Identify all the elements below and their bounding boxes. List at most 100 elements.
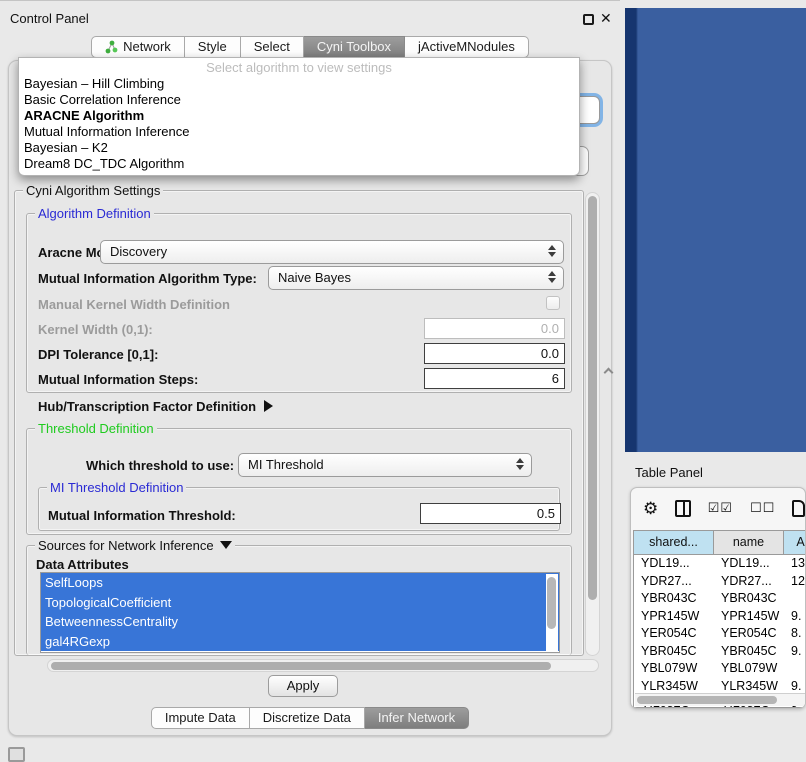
table-cell: YER054C xyxy=(714,625,784,643)
attribute-list-item[interactable]: SelfLoops xyxy=(41,573,559,593)
group-title: Threshold Definition xyxy=(35,421,157,436)
table-row[interactable]: YBR043CYBR043C xyxy=(634,590,806,608)
mi-threshold-field[interactable]: 0.5 xyxy=(420,503,561,524)
table-cell: YPR145W xyxy=(714,608,784,626)
table-cell: YER054C xyxy=(634,625,714,643)
table-cell: YPR145W xyxy=(634,608,714,626)
table-header-row: shared... name A xyxy=(634,531,806,555)
algorithm-option[interactable]: Dream8 DC_TDC Algorithm xyxy=(19,156,579,172)
algorithm-option[interactable]: ARACNE Algorithm xyxy=(19,108,579,124)
attribute-list-item[interactable]: gal4RGexp xyxy=(41,632,559,652)
float-window-icon[interactable] xyxy=(583,14,594,25)
kernel-width-field[interactable]: 0.0 xyxy=(424,318,565,339)
hub-definition-label: Hub/Transcription Factor Definition xyxy=(38,399,256,414)
group-title: Algorithm Definition xyxy=(35,206,154,221)
scrollbar-thumb[interactable] xyxy=(51,662,551,670)
attribute-list-item[interactable]: BetweennessCentrality xyxy=(41,612,559,632)
bottom-tab-bar: Impute Data Discretize Data Infer Networ… xyxy=(0,707,620,729)
algorithm-option[interactable]: Basic Correlation Inference xyxy=(19,92,579,108)
group-title: Cyni Algorithm Settings xyxy=(23,183,163,198)
table-cell: YDL19... xyxy=(714,555,784,573)
column-header[interactable]: name xyxy=(714,531,784,555)
tab-label: Network xyxy=(123,37,171,57)
manual-kernel-label: Manual Kernel Width Definition xyxy=(38,297,230,312)
tab-label: Cyni Toolbox xyxy=(317,37,391,57)
document-icon[interactable] xyxy=(792,500,805,517)
scrollbar-thumb[interactable] xyxy=(588,196,597,600)
which-threshold-label: Which threshold to use: xyxy=(86,458,234,473)
attribute-list-item[interactable]: TopologicalCoefficient xyxy=(41,593,559,613)
threshold-combobox[interactable]: MI Threshold xyxy=(238,453,532,477)
tab-label: Impute Data xyxy=(165,708,236,728)
tab-style[interactable]: Style xyxy=(185,36,241,58)
data-attributes-list[interactable]: SelfLoopsTopologicalCoefficientBetweenne… xyxy=(40,572,560,653)
tab-jactivemnodules[interactable]: jActiveMNodules xyxy=(405,36,529,58)
table-panel-title: Table Panel xyxy=(635,465,703,480)
table-row[interactable]: YBR045CYBR045C9. xyxy=(634,643,806,661)
table-horizontal-scrollbar[interactable] xyxy=(635,693,806,706)
gear-icon[interactable]: ⚙ xyxy=(643,500,658,517)
table-row[interactable]: YER054CYER054C8. xyxy=(634,625,806,643)
kernel-width-label: Kernel Width (0,1): xyxy=(38,322,153,337)
tab-label: Select xyxy=(254,37,290,57)
unchecked-columns-icon[interactable]: ☐☐ xyxy=(750,500,775,516)
table-row[interactable]: YDL19...YDL19...13 xyxy=(634,555,806,573)
algorithm-option[interactable]: Bayesian – K2 xyxy=(19,140,579,156)
columns-icon[interactable] xyxy=(675,500,690,517)
table-row[interactable]: YDR27...YDR27...12 xyxy=(634,573,806,591)
table-cell xyxy=(784,660,806,678)
tab-cyni-toolbox[interactable]: Cyni Toolbox xyxy=(304,36,405,58)
chevron-updown-icon xyxy=(548,245,556,257)
settings-vertical-scrollbar[interactable] xyxy=(585,192,600,656)
dropdown-prompt: Select algorithm to view settings xyxy=(19,59,579,76)
mi-steps-field[interactable]: 6 xyxy=(424,368,565,389)
control-panel-titlebar: Control Panel ✕ xyxy=(0,0,620,30)
control-panel: Control Panel ✕ Network Style Select Cyn… xyxy=(0,0,620,762)
tab-impute-data[interactable]: Impute Data xyxy=(151,707,250,729)
scrollbar-thumb[interactable] xyxy=(637,696,777,704)
algorithm-dropdown-popup: Select algorithm to view settings Bayesi… xyxy=(18,57,580,176)
table-row[interactable]: YPR145WYPR145W9. xyxy=(634,608,806,626)
tab-network[interactable]: Network xyxy=(91,36,185,58)
column-header[interactable]: shared... xyxy=(634,531,714,555)
table-cell: 9. xyxy=(784,608,806,626)
hub-definition-toggle[interactable]: Hub/Transcription Factor Definition xyxy=(38,399,273,414)
table-cell: YDR27... xyxy=(714,573,784,591)
dpi-tolerance-field[interactable]: 0.0 xyxy=(424,343,565,364)
mi-threshold-label: Mutual Information Threshold: xyxy=(48,508,236,523)
aracne-mode-combobox[interactable]: Discovery xyxy=(100,240,564,264)
tab-discretize-data[interactable]: Discretize Data xyxy=(250,707,365,729)
settings-horizontal-scrollbar[interactable] xyxy=(47,659,599,672)
tab-select[interactable]: Select xyxy=(241,36,304,58)
close-icon[interactable]: ✕ xyxy=(600,10,612,27)
tab-label: Infer Network xyxy=(378,708,455,728)
table-panel: Table Panel ⚙ ☑☑ ☐☐ shared... name A YDL… xyxy=(620,452,806,762)
algorithm-option[interactable]: Bayesian – Hill Climbing xyxy=(19,76,579,92)
table-cell: YBR043C xyxy=(714,590,784,608)
mi-type-combobox[interactable]: Naive Bayes xyxy=(268,266,564,290)
sources-toggle[interactable]: Sources for Network Inference xyxy=(35,538,235,553)
manual-kernel-checkbox[interactable] xyxy=(546,296,560,310)
list-scrollbar[interactable] xyxy=(546,574,558,653)
network-icon xyxy=(105,40,118,54)
combobox-value: Discovery xyxy=(110,244,167,259)
table-toolbar: ⚙ ☑☑ ☐☐ xyxy=(631,488,805,528)
scrollbar-thumb[interactable] xyxy=(547,577,556,629)
panel-title: Control Panel xyxy=(10,11,89,26)
apply-button[interactable]: Apply xyxy=(268,675,338,697)
table-row[interactable]: YBL079WYBL079W xyxy=(634,660,806,678)
column-header[interactable]: A xyxy=(784,531,806,555)
tab-infer-network[interactable]: Infer Network xyxy=(365,707,469,729)
dpi-tolerance-label: DPI Tolerance [0,1]: xyxy=(38,347,158,362)
combobox-value: MI Threshold xyxy=(248,457,324,472)
table-cell: YDR27... xyxy=(634,573,714,591)
dropdown-items: Bayesian – Hill ClimbingBasic Correlatio… xyxy=(19,76,579,172)
table-cell: YBL079W xyxy=(714,660,784,678)
table-cell: YBL079W xyxy=(634,660,714,678)
algorithm-option[interactable]: Mutual Information Inference xyxy=(19,124,579,140)
tab-label: Discretize Data xyxy=(263,708,351,728)
checked-columns-icon[interactable]: ☑☑ xyxy=(708,500,733,516)
chevron-updown-icon xyxy=(548,271,556,283)
sources-title: Sources for Network Inference xyxy=(38,538,214,553)
minimized-panel-icon[interactable] xyxy=(8,747,25,762)
